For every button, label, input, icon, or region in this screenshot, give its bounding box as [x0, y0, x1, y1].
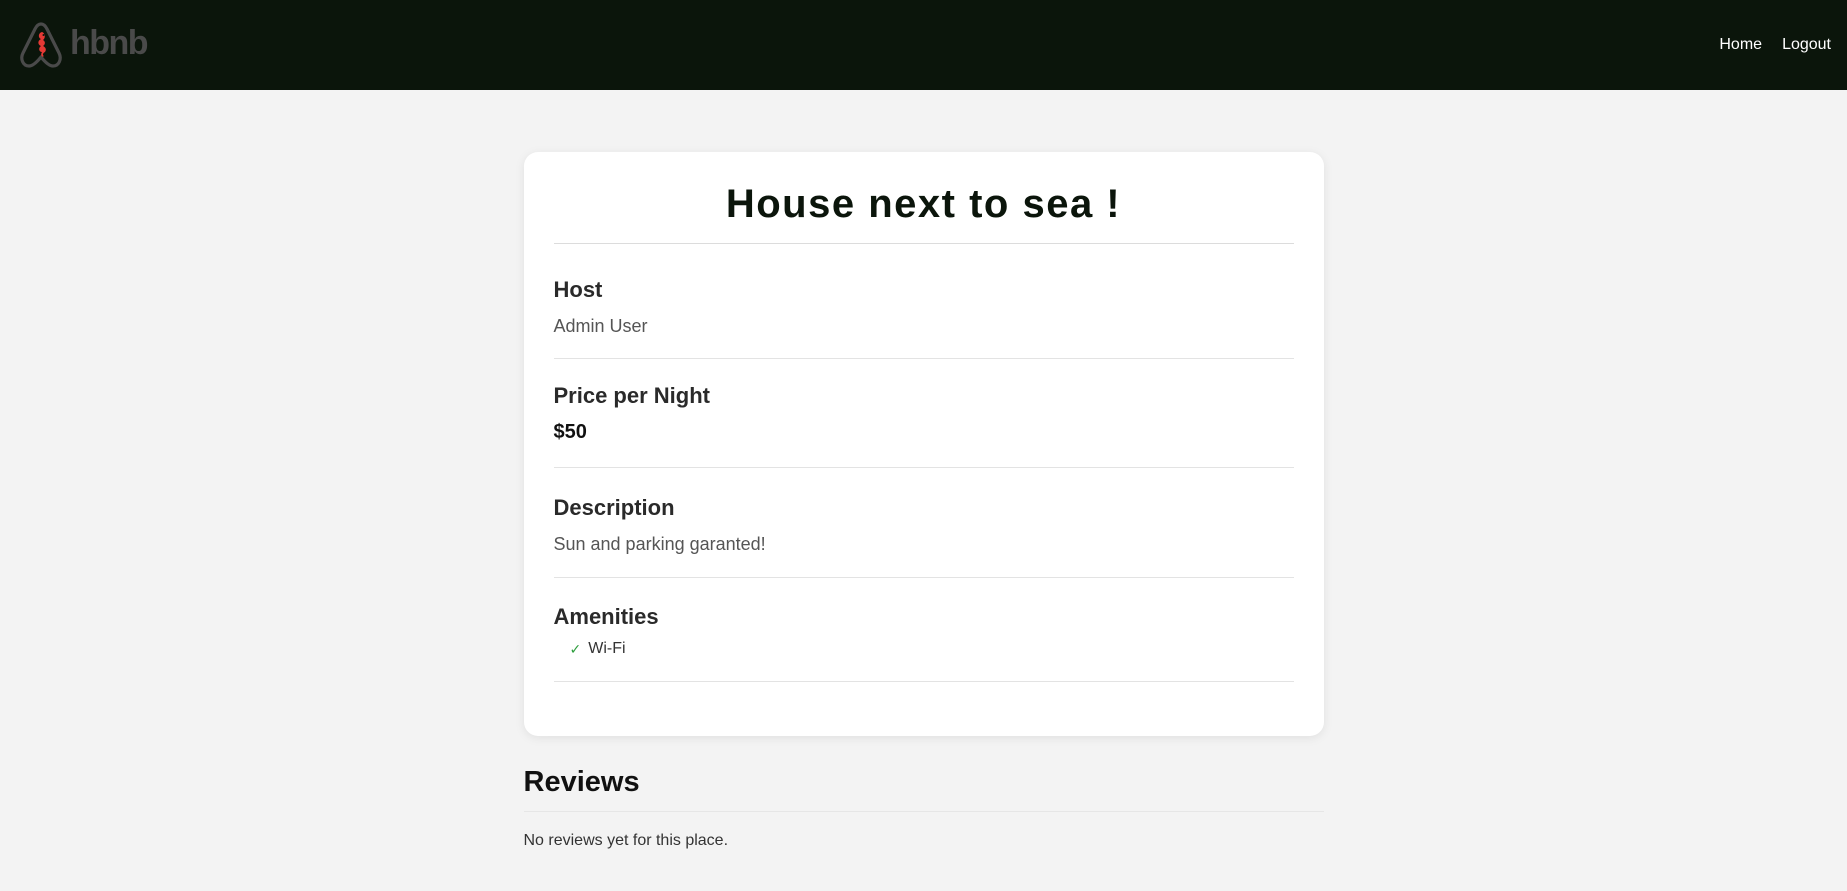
nav-home-link[interactable]: Home [1719, 36, 1762, 54]
nav-logout-link[interactable]: Logout [1782, 36, 1831, 54]
amenity-item: ✓ Wi-Fi [570, 640, 1294, 658]
price-section: Price per Night $50 [553, 359, 1294, 468]
place-details-card: House next to sea ! Host Admin User Pric… [523, 152, 1324, 736]
host-name: Admin User [553, 316, 648, 336]
amenity-label: Wi-Fi [588, 640, 626, 657]
place-title: House next to sea ! [553, 182, 1294, 244]
host-heading: Host [553, 277, 603, 302]
price-heading: Price per Night [553, 383, 710, 408]
description-section: Description Sun and parking garanted! [553, 468, 1294, 578]
check-icon: ✓ [569, 640, 582, 657]
main-content: House next to sea ! Host Admin User Pric… [523, 152, 1324, 850]
reviews-empty-message: No reviews yet for this place. [523, 832, 729, 849]
description-heading: Description [553, 495, 675, 520]
amenities-section: Amenities ✓ Wi-Fi [553, 578, 1294, 682]
reviews-section: Reviews No reviews yet for this place. [523, 766, 1324, 850]
amenities-list: ✓ Wi-Fi [554, 640, 1294, 658]
airbnb-seahorse-logo-icon [20, 22, 62, 68]
reviews-heading: Reviews [523, 766, 1324, 812]
host-section: Host Admin User [553, 244, 1294, 359]
description-text: Sun and parking garanted! [553, 534, 766, 554]
amenities-heading: Amenities [553, 604, 659, 629]
brand-logo-link[interactable]: hbnb [18, 20, 149, 70]
main-nav: Home Logout [1719, 36, 1831, 54]
brand-name: hbnb [70, 24, 149, 62]
price-value: $50 [553, 421, 587, 443]
top-navbar: hbnb Home Logout [0, 0, 1847, 90]
